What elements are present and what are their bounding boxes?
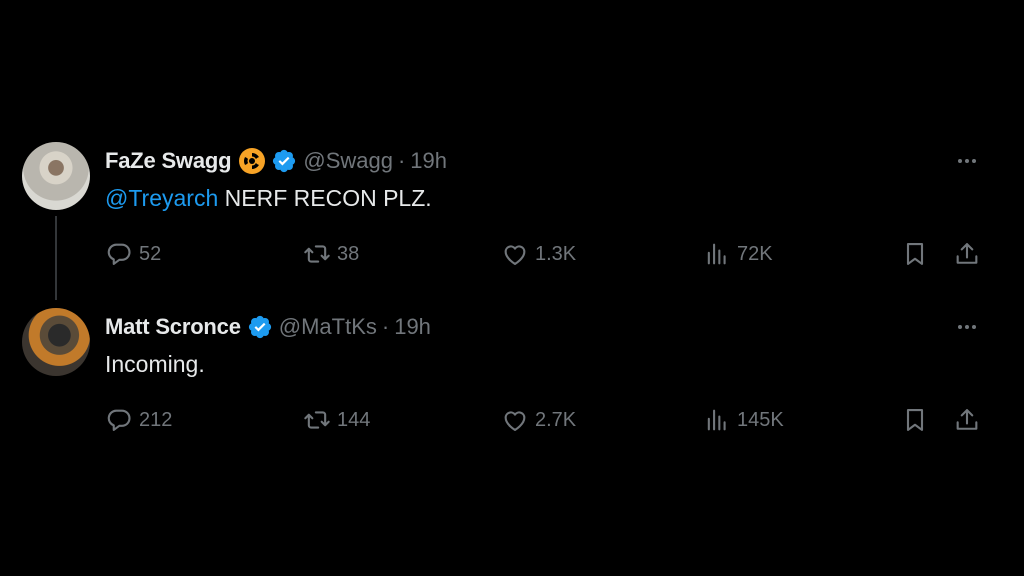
display-name[interactable]: FaZe Swagg (105, 148, 232, 174)
views-count: 145K (737, 408, 784, 431)
reply-button[interactable]: 212 (105, 405, 172, 435)
tweet-text: Incoming. (105, 351, 205, 377)
avatar[interactable] (22, 142, 90, 210)
bookmark-icon (906, 409, 924, 431)
more-dots-icon (958, 159, 976, 163)
tweet-body: Matt Scronce @MaTtKs · 19h Incoming. 212 (105, 313, 1002, 431)
reply-count: 52 (139, 242, 162, 265)
views-button[interactable]: 72K (703, 239, 773, 269)
timestamp[interactable]: 19h (410, 148, 447, 174)
share-button[interactable] (953, 239, 981, 269)
action-bar: 52 38 1.3K 72K (105, 239, 1005, 269)
tweet-thread: FaZe Swagg @Swagg · 19h @Treyarch NERF R… (0, 0, 1024, 576)
separator-dot: · (381, 314, 390, 339)
heart-icon (504, 411, 526, 431)
thread-connector-line (55, 216, 57, 300)
tweet-text: @Treyarch NERF RECON PLZ. (105, 185, 1002, 215)
timestamp[interactable]: 19h (394, 314, 431, 340)
bookmark-icon (906, 243, 924, 265)
mention-link[interactable]: @Treyarch (105, 185, 218, 211)
display-name[interactable]: Matt Scronce (105, 314, 241, 340)
share-icon (956, 409, 978, 430)
user-handle[interactable]: @MaTtKs (279, 314, 377, 340)
analytics-icon (707, 409, 726, 431)
heart-icon (504, 245, 526, 265)
tweet-header: Matt Scronce @MaTtKs · 19h (105, 313, 1002, 341)
share-icon (956, 243, 978, 264)
reply-icon (107, 243, 131, 265)
faze-clan-badge-icon[interactable] (239, 148, 266, 174)
like-count: 1.3K (535, 242, 577, 265)
more-options-button[interactable] (950, 313, 984, 341)
more-options-button[interactable] (950, 147, 984, 175)
retweet-count: 38 (337, 242, 360, 265)
user-handle[interactable]: @Swagg (303, 148, 393, 174)
retweet-count: 144 (337, 408, 371, 431)
like-button[interactable]: 2.7K (501, 405, 576, 435)
retweet-icon (304, 411, 330, 429)
views-button[interactable]: 145K (703, 405, 784, 435)
analytics-icon (707, 243, 726, 265)
retweet-button[interactable]: 144 (303, 405, 370, 435)
share-button[interactable] (953, 405, 981, 435)
reply-button[interactable]: 52 (105, 239, 161, 269)
reply-icon (107, 409, 131, 431)
like-count: 2.7K (535, 408, 577, 431)
tweet-text-content: NERF RECON PLZ. (218, 185, 432, 211)
views-count: 72K (737, 242, 773, 265)
avatar[interactable] (22, 308, 90, 376)
reply-count: 212 (139, 408, 173, 431)
tweet-header: FaZe Swagg @Swagg · 19h (105, 147, 1002, 175)
like-button[interactable]: 1.3K (501, 239, 576, 269)
verified-badge-icon[interactable] (247, 314, 273, 340)
tweet-body: FaZe Swagg @Swagg · 19h @Treyarch NERF R… (105, 147, 1002, 265)
more-dots-icon (958, 325, 976, 329)
bookmark-button[interactable] (901, 239, 929, 269)
retweet-button[interactable]: 38 (303, 239, 359, 269)
bookmark-button[interactable] (901, 405, 929, 435)
retweet-icon (304, 245, 330, 263)
separator-dot: · (397, 148, 406, 173)
action-bar: 212 144 2.7K 145K (105, 405, 1005, 435)
verified-badge-icon[interactable] (271, 148, 297, 174)
